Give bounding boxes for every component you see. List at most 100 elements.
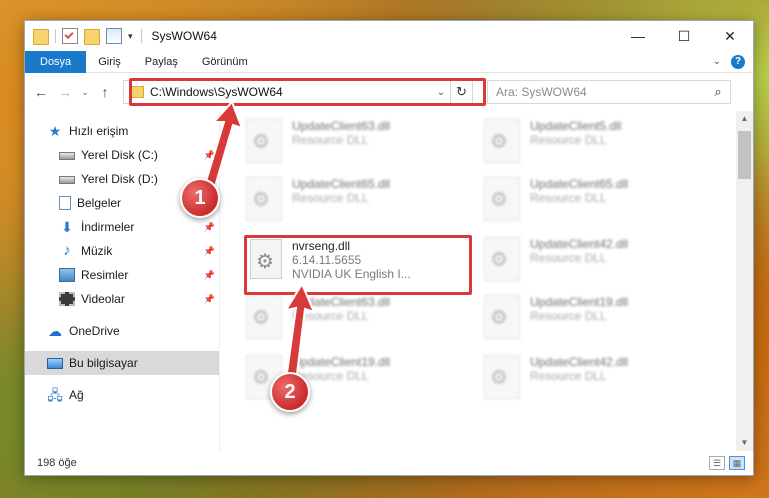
step2-callout: 2	[270, 372, 310, 412]
details-view-icon[interactable]: ☰	[709, 456, 725, 470]
forward-button[interactable]: →	[55, 84, 75, 100]
scroll-up-icon[interactable]: ▲	[736, 111, 753, 127]
sidebar-item-label: Yerel Disk (D:)	[81, 172, 158, 186]
ribbon-tabs: Dosya Giriş Paylaş Görünüm ⌄ ?	[25, 50, 753, 73]
pin-icon[interactable]: 📌	[204, 294, 215, 305]
search-icon[interactable]: ⌕	[706, 84, 730, 100]
dll-file-icon: ⚙	[484, 237, 520, 281]
explorer-body: ★ Hızlı erişim Yerel Disk (C:) 📌 Yerel D…	[25, 111, 753, 451]
sidebar-item-music[interactable]: ♪ Müzik 📌	[25, 239, 219, 263]
help-icon[interactable]: ?	[731, 54, 745, 69]
music-icon: ♪	[63, 242, 71, 259]
file-name: UpdateClient42.dll	[530, 355, 629, 369]
file-name: UpdateClient65.dll	[292, 177, 391, 191]
step1-callout: 1	[180, 178, 220, 218]
quick-access-star-icon: ★	[48, 123, 62, 139]
dll-file-icon: ⚙	[246, 119, 282, 163]
properties-check-icon[interactable]	[62, 28, 78, 44]
videos-icon	[59, 292, 75, 306]
sidebar-item-label: Bu bilgisayar	[69, 356, 138, 370]
file-description: Resource DLL	[530, 251, 607, 265]
file-tile[interactable]: ⚙ UpdateClient65.dll Resource DLL	[246, 177, 466, 225]
sidebar-item-label: Yerel Disk (C:)	[81, 148, 158, 162]
file-tile[interactable]: ⚙ UpdateClient42.dll Resource DLL	[484, 237, 704, 285]
sidebar-item-this-pc[interactable]: Bu bilgisayar	[25, 351, 219, 375]
minimize-button[interactable]: —	[615, 21, 661, 51]
sidebar-item-label: Hızlı erişim	[69, 124, 129, 138]
file-description: Resource DLL	[292, 133, 369, 147]
sidebar-item-videos[interactable]: Videolar 📌	[25, 287, 219, 311]
sidebar-item-label: İndirmeler	[81, 220, 135, 234]
scroll-down-icon[interactable]: ▼	[736, 435, 753, 451]
search-input[interactable]: Ara: SysWOW64 ⌕	[487, 80, 731, 104]
up-button[interactable]: ↑	[95, 84, 115, 100]
tab-home[interactable]: Giriş	[86, 51, 133, 73]
sidebar-item-onedrive[interactable]: ☁ OneDrive	[25, 319, 219, 343]
file-name: UpdateClient65.dll	[530, 177, 629, 191]
documents-icon	[59, 196, 71, 210]
scroll-thumb[interactable]	[738, 131, 751, 179]
window-title: SysWOW64	[151, 29, 217, 43]
pictures-icon	[59, 268, 75, 282]
dll-file-icon: ⚙	[484, 295, 520, 339]
sidebar-item-downloads[interactable]: ⬇ İndirmeler 📌	[25, 215, 219, 239]
pin-icon[interactable]: 📌	[204, 246, 215, 257]
status-bar: 198 öğe ☰ ▦	[25, 451, 753, 475]
file-name: UpdateClient19.dll	[530, 295, 629, 309]
dll-file-icon: ⚙	[484, 355, 520, 399]
tiles-view-icon[interactable]: ▦	[729, 456, 745, 470]
item-count: 198 öğe	[37, 457, 77, 469]
back-button[interactable]: ←	[31, 84, 51, 100]
title-bar: ▾ SysWOW64 — ☐ ✕	[25, 21, 753, 51]
drive-icon	[59, 176, 75, 184]
recent-locations-button[interactable]: ⌄	[79, 87, 91, 98]
this-pc-icon	[47, 357, 63, 369]
sidebar-item-label: OneDrive	[69, 324, 120, 338]
divider	[140, 29, 142, 43]
tab-file[interactable]: Dosya	[25, 50, 87, 73]
address-highlight-box	[129, 78, 486, 106]
customize-view-icon[interactable]	[106, 28, 122, 44]
onedrive-icon: ☁	[48, 323, 62, 339]
downloads-icon: ⬇	[61, 219, 73, 235]
tab-share[interactable]: Paylaş	[133, 51, 190, 73]
file-name: UpdateClient63.dll	[292, 119, 391, 133]
sidebar-item-label: Videolar	[81, 292, 125, 306]
dll-file-icon: ⚙	[246, 177, 282, 221]
folder-icon	[33, 29, 49, 45]
dll-file-icon: ⚙	[484, 177, 520, 221]
file-name: UpdateClient5.dll	[530, 119, 622, 133]
close-button[interactable]: ✕	[707, 21, 753, 51]
window-controls: — ☐ ✕	[615, 21, 753, 51]
step2-arrow-icon	[283, 281, 316, 384]
dll-file-icon: ⚙	[484, 119, 520, 163]
sidebar-item-label: Resimler	[81, 268, 129, 282]
sidebar-item-network[interactable]: 🖧 Ağ	[25, 383, 219, 407]
file-tile[interactable]: ⚙ UpdateClient63.dll Resource DLL	[246, 119, 466, 167]
pin-icon[interactable]: 📌	[204, 270, 215, 281]
network-icon: 🖧	[47, 387, 63, 403]
file-tile[interactable]: ⚙ UpdateClient42.dll Resource DLL	[484, 355, 704, 403]
file-tile[interactable]: ⚙ UpdateClient19.dll Resource DLL	[484, 295, 704, 343]
maximize-button[interactable]: ☐	[661, 21, 707, 51]
file-description: Resource DLL	[530, 309, 607, 323]
divider	[55, 29, 56, 43]
drive-icon	[59, 152, 75, 160]
file-description: Resource DLL	[530, 191, 607, 205]
pin-icon[interactable]: 📌	[204, 222, 215, 233]
new-folder-icon[interactable]	[84, 29, 100, 45]
customize-toolbar-dropdown-icon[interactable]: ▾	[128, 31, 133, 42]
file-description: Resource DLL	[530, 133, 607, 147]
sidebar-item-label: Belgeler	[77, 196, 122, 210]
vertical-scrollbar[interactable]: ▲ ▼	[736, 111, 753, 451]
file-tile[interactable]: ⚙ UpdateClient65.dll Resource DLL	[484, 177, 704, 225]
view-switcher: ☰ ▦	[709, 456, 753, 470]
file-tile[interactable]: ⚙ UpdateClient5.dll Resource DLL	[484, 119, 704, 167]
ribbon-right-controls: ⌄ ?	[713, 54, 753, 69]
tab-view[interactable]: Görünüm	[190, 51, 260, 73]
search-placeholder: Ara: SysWOW64	[496, 85, 587, 99]
expand-ribbon-icon[interactable]: ⌄	[713, 56, 721, 67]
quick-access-toolbar: ▾	[25, 27, 133, 45]
sidebar-item-label: Ağ	[69, 388, 84, 402]
sidebar-item-pictures[interactable]: Resimler 📌	[25, 263, 219, 287]
